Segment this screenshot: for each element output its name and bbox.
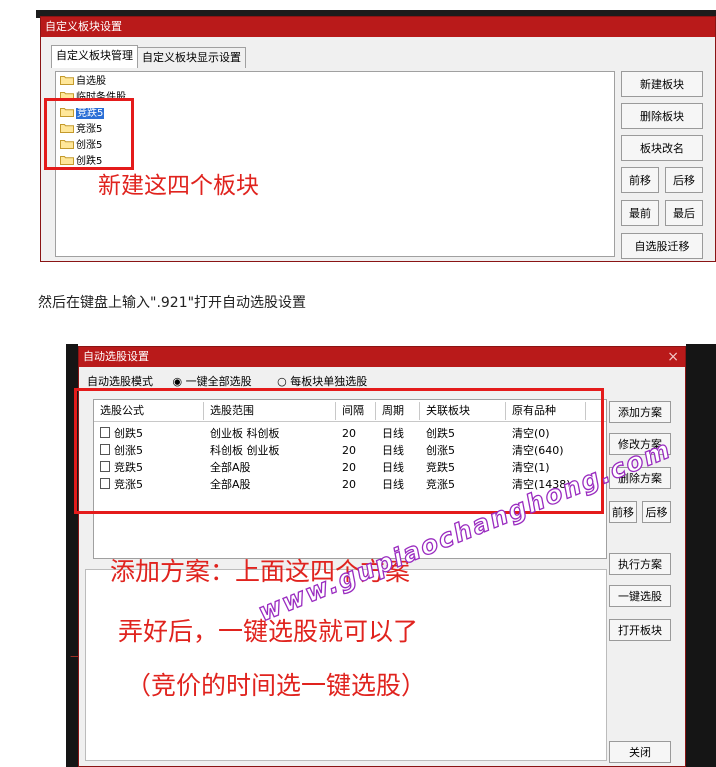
selection-mode-row: 自动选股模式 ◉ 一键全部选股 ○ 每板块单独选股 [87,375,677,389]
background-chart-strip [0,10,40,266]
open-block-button[interactable]: 打开板块 [609,619,671,641]
migrate-watchlist-button[interactable]: 自选股迁移 [621,233,703,259]
new-block-button[interactable]: 新建板块 [621,71,703,97]
block-tree-list[interactable]: 自选股 临时条件股 竞跌5 竞涨5 创涨5 创跌5 [55,71,615,257]
tree-item[interactable]: 自选股 [60,75,106,89]
move-up-button[interactable]: 前移 [621,167,659,193]
dialog-title-bar: 自定义板块设置 [41,17,715,37]
radio-one-key-all[interactable]: ◉ 一键全部选股 [173,375,252,388]
instruction-text: 然后在键盘上输入".921"打开自动选股设置 [38,295,307,311]
result-area [85,569,607,761]
annotation-line-3: （竞价的时间选一键选股） [126,671,427,700]
close-icon[interactable]: × [667,347,679,367]
radio-per-block-label: 每板块单独选股 [290,375,368,388]
dialog-title-bar: 自动选股设置 × [79,347,685,367]
mode-label: 自动选股模式 [87,375,153,388]
dialog-title: 自动选股设置 [83,350,149,363]
move-down-button[interactable]: 后移 [665,167,703,193]
move-down-button[interactable]: 后移 [642,501,671,523]
background-chart-right [686,344,716,767]
move-up-button[interactable]: 前移 [609,501,637,523]
annotation-highlight-box [44,98,134,170]
close-button[interactable]: 关闭 [609,741,671,763]
one-key-select-button[interactable]: 一键选股 [609,585,671,607]
annotation-new-blocks: 新建这四个板块 [98,173,259,199]
radio-per-block[interactable]: ○ 每板块单独选股 [277,375,367,388]
delete-block-button[interactable]: 删除板块 [621,103,703,129]
dialog-title: 自定义板块设置 [45,20,122,33]
move-first-button[interactable]: 最前 [621,200,659,226]
folder-icon [60,75,74,85]
tab-block-management[interactable]: 自定义板块管理 [51,45,138,68]
radio-one-key-all-label: 一键全部选股 [185,375,252,388]
tree-item-label: 自选股 [76,76,106,87]
custom-block-settings-dialog: 自定义板块设置 自定义板块管理 自定义板块显示设置 自选股 临时条件股 竞跌5 竞涨5… [40,16,716,262]
move-last-button[interactable]: 最后 [665,200,703,226]
tab-block-display-settings[interactable]: 自定义板块显示设置 [137,47,246,68]
run-plan-button[interactable]: 执行方案 [609,553,671,575]
rename-block-button[interactable]: 板块改名 [621,135,703,161]
add-plan-button[interactable]: 添加方案 [609,401,671,423]
